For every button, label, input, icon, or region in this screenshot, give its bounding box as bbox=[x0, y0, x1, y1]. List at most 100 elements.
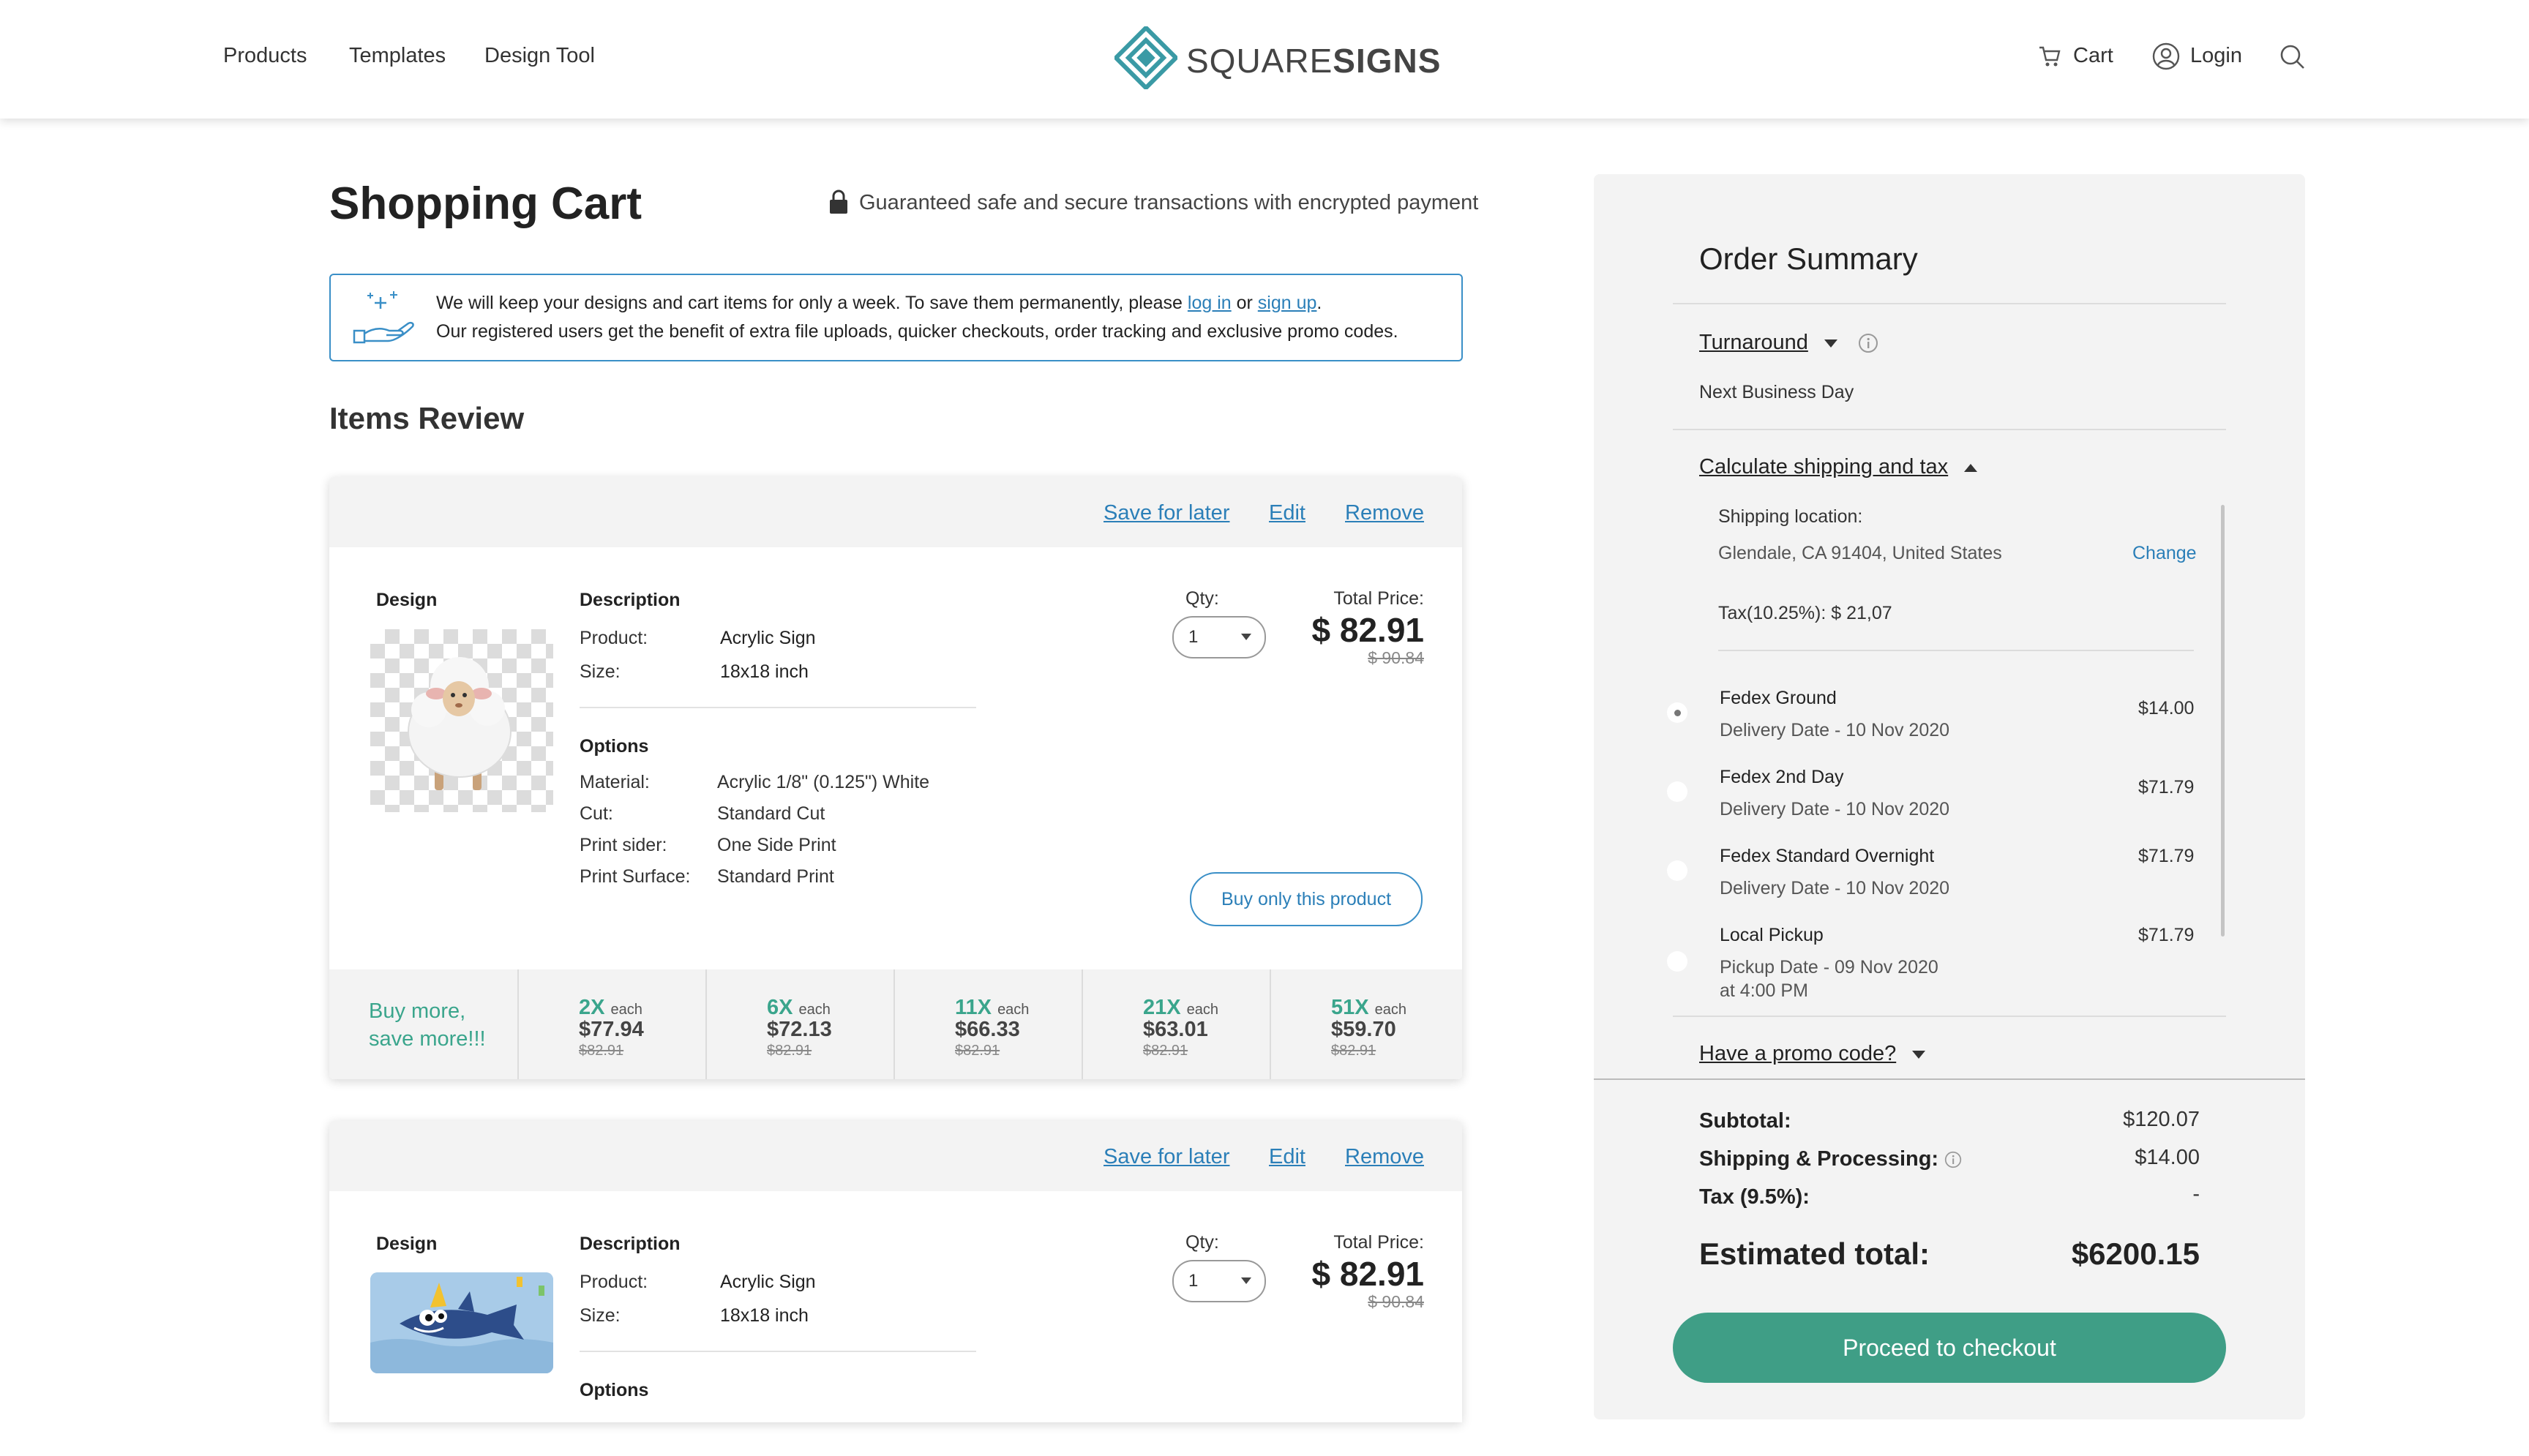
shipping-option-price: $71.79 bbox=[2138, 777, 2195, 798]
info-icon[interactable] bbox=[1944, 1151, 1962, 1168]
discount-tier[interactable]: 21X each $63.01 $82.91 bbox=[1082, 969, 1270, 1079]
discount-tier[interactable]: 2X each $77.94 $82.91 bbox=[517, 969, 706, 1079]
sheep-icon bbox=[408, 657, 512, 790]
search-icon[interactable] bbox=[2279, 44, 2306, 70]
size-value: 18x18 inch bbox=[720, 1305, 809, 1326]
print-sider-label: Print sider: bbox=[580, 835, 667, 855]
design-label: Design bbox=[376, 1234, 438, 1254]
buy-only-this-product-button[interactable]: Buy only this product bbox=[1190, 872, 1423, 926]
shipping-option-price: $71.79 bbox=[2138, 925, 2195, 945]
nav-design-tool[interactable]: Design Tool bbox=[484, 44, 595, 68]
divider bbox=[1718, 650, 2194, 651]
divider bbox=[580, 1351, 976, 1352]
remove-button[interactable]: Remove bbox=[1345, 1145, 1424, 1169]
material-label: Material: bbox=[580, 772, 650, 792]
cart-icon bbox=[2039, 46, 2061, 67]
lock-icon bbox=[830, 189, 847, 214]
discount-tier[interactable]: 51X each $59.70 $82.91 bbox=[1270, 969, 1458, 1079]
cut-label: Cut: bbox=[580, 803, 613, 824]
shipping-option-date: Delivery Date - 10 Nov 2020 bbox=[1720, 878, 1950, 898]
description-label: Description bbox=[580, 1234, 681, 1254]
quantity-select[interactable]: 1 bbox=[1172, 616, 1266, 658]
signup-link-inline[interactable]: sign up bbox=[1258, 293, 1317, 313]
shipping-option-date: Delivery Date - 10 Nov 2020 bbox=[1720, 799, 1950, 819]
material-value: Acrylic 1/8" (0.125") White bbox=[717, 772, 930, 792]
estimated-total-label: Estimated total: bbox=[1699, 1237, 1930, 1271]
promo-code-toggle[interactable]: Have a promo code? bbox=[1699, 1042, 1926, 1066]
buy-more-text: Buy more, save more!!! bbox=[369, 999, 486, 1051]
change-location-link[interactable]: Change bbox=[2132, 543, 2197, 564]
caret-down-icon bbox=[1824, 339, 1837, 348]
nav-templates[interactable]: Templates bbox=[349, 44, 446, 68]
tax-label: Tax (9.5%): bbox=[1699, 1185, 1810, 1209]
divider bbox=[580, 707, 976, 708]
size-value: 18x18 inch bbox=[720, 661, 809, 682]
save-for-later-button[interactable]: Save for later bbox=[1104, 501, 1229, 525]
description-label: Description bbox=[580, 590, 681, 610]
total-price-label: Total Price: bbox=[1333, 588, 1424, 609]
product-label: Product: bbox=[580, 1272, 648, 1292]
qty-value: 1 bbox=[1188, 1271, 1199, 1291]
shipping-option-name: Fedex 2nd Day bbox=[1720, 767, 1844, 787]
original-price: $ 90.84 bbox=[1368, 648, 1424, 667]
options-label: Options bbox=[580, 1380, 649, 1400]
qty-value: 1 bbox=[1188, 627, 1199, 647]
shipping-option-time: at 4:00 PM bbox=[1720, 980, 1808, 1001]
user-icon bbox=[2152, 42, 2180, 70]
chevron-down-icon bbox=[1241, 634, 1251, 640]
order-summary-panel: Order Summary Turnaround Next Business D… bbox=[1594, 174, 2305, 1419]
notice-line-1: We will keep your designs and cart items… bbox=[436, 293, 1322, 313]
edit-button[interactable]: Edit bbox=[1269, 501, 1305, 525]
shipping-option-date: Pickup Date - 09 Nov 2020 bbox=[1720, 957, 1938, 977]
discount-tier[interactable]: 11X each $66.33 $82.91 bbox=[893, 969, 1082, 1079]
total-price: $ 82.91 bbox=[1311, 611, 1424, 649]
qty-label: Qty: bbox=[1185, 588, 1219, 609]
print-surface-value: Standard Print bbox=[717, 866, 834, 887]
shipping-scrollbar[interactable] bbox=[2221, 505, 2225, 937]
shipping-radio-local-pickup[interactable] bbox=[1667, 951, 1687, 972]
product-label: Product: bbox=[580, 628, 648, 648]
chevron-down-icon bbox=[1241, 1277, 1251, 1284]
secure-text: Guaranteed safe and secure transactions … bbox=[859, 191, 1479, 214]
page-title: Shopping Cart bbox=[329, 179, 642, 229]
login-link-inline[interactable]: log in bbox=[1188, 293, 1232, 313]
divider bbox=[1673, 1016, 2226, 1017]
remove-button[interactable]: Remove bbox=[1345, 501, 1424, 525]
caret-up-icon bbox=[1964, 463, 1978, 472]
turnaround-toggle[interactable]: Turnaround bbox=[1699, 331, 1878, 355]
calculate-shipping-toggle[interactable]: Calculate shipping and tax bbox=[1699, 455, 1978, 479]
save-for-later-button[interactable]: Save for later bbox=[1104, 1145, 1229, 1169]
nav-products[interactable]: Products bbox=[223, 44, 307, 68]
save-notice: We will keep your designs and cart items… bbox=[329, 274, 1463, 361]
design-thumbnail[interactable] bbox=[370, 629, 553, 812]
shipping-radio-fedex-ground[interactable] bbox=[1667, 702, 1687, 723]
proceed-to-checkout-button[interactable]: Proceed to checkout bbox=[1673, 1313, 2226, 1383]
shipping-option-name: Fedex Ground bbox=[1720, 688, 1837, 708]
info-icon[interactable] bbox=[1858, 333, 1878, 353]
brand-logo[interactable]: SQUARESIGNS bbox=[1114, 26, 1440, 92]
original-price: $ 90.84 bbox=[1368, 1292, 1424, 1311]
caret-down-icon bbox=[1912, 1050, 1926, 1059]
tax-value: - bbox=[2192, 1182, 2200, 1206]
shipping-location-value: Glendale, CA 91404, United States bbox=[1718, 543, 2002, 563]
design-label: Design bbox=[376, 590, 438, 610]
subtotal-value: $120.07 bbox=[2123, 1108, 2200, 1131]
subtotal-label: Subtotal: bbox=[1699, 1109, 1791, 1133]
turnaround-value: Next Business Day bbox=[1699, 382, 1854, 402]
shipping-option-date: Delivery Date - 10 Nov 2020 bbox=[1720, 720, 1950, 740]
shark-icon bbox=[370, 1272, 553, 1373]
design-thumbnail[interactable] bbox=[370, 1272, 553, 1373]
login-label: Login bbox=[2190, 44, 2242, 67]
options-label: Options bbox=[580, 736, 649, 757]
divider bbox=[1594, 1078, 2305, 1080]
quantity-select[interactable]: 1 bbox=[1172, 1260, 1266, 1302]
edit-button[interactable]: Edit bbox=[1269, 1145, 1305, 1169]
shipping-processing-value: $14.00 bbox=[2135, 1146, 2200, 1169]
divider bbox=[1673, 429, 2226, 430]
cut-value: Standard Cut bbox=[717, 803, 825, 824]
shipping-radio-fedex-2nd-day[interactable] bbox=[1667, 781, 1687, 802]
shipping-processing-label: Shipping & Processing: bbox=[1699, 1147, 1962, 1171]
shipping-radio-fedex-standard-overnight[interactable] bbox=[1667, 860, 1687, 881]
discount-tier[interactable]: 6X each $72.13 $82.91 bbox=[705, 969, 894, 1079]
site-header: Products Templates Design Tool SQUARESIG… bbox=[0, 0, 2529, 119]
